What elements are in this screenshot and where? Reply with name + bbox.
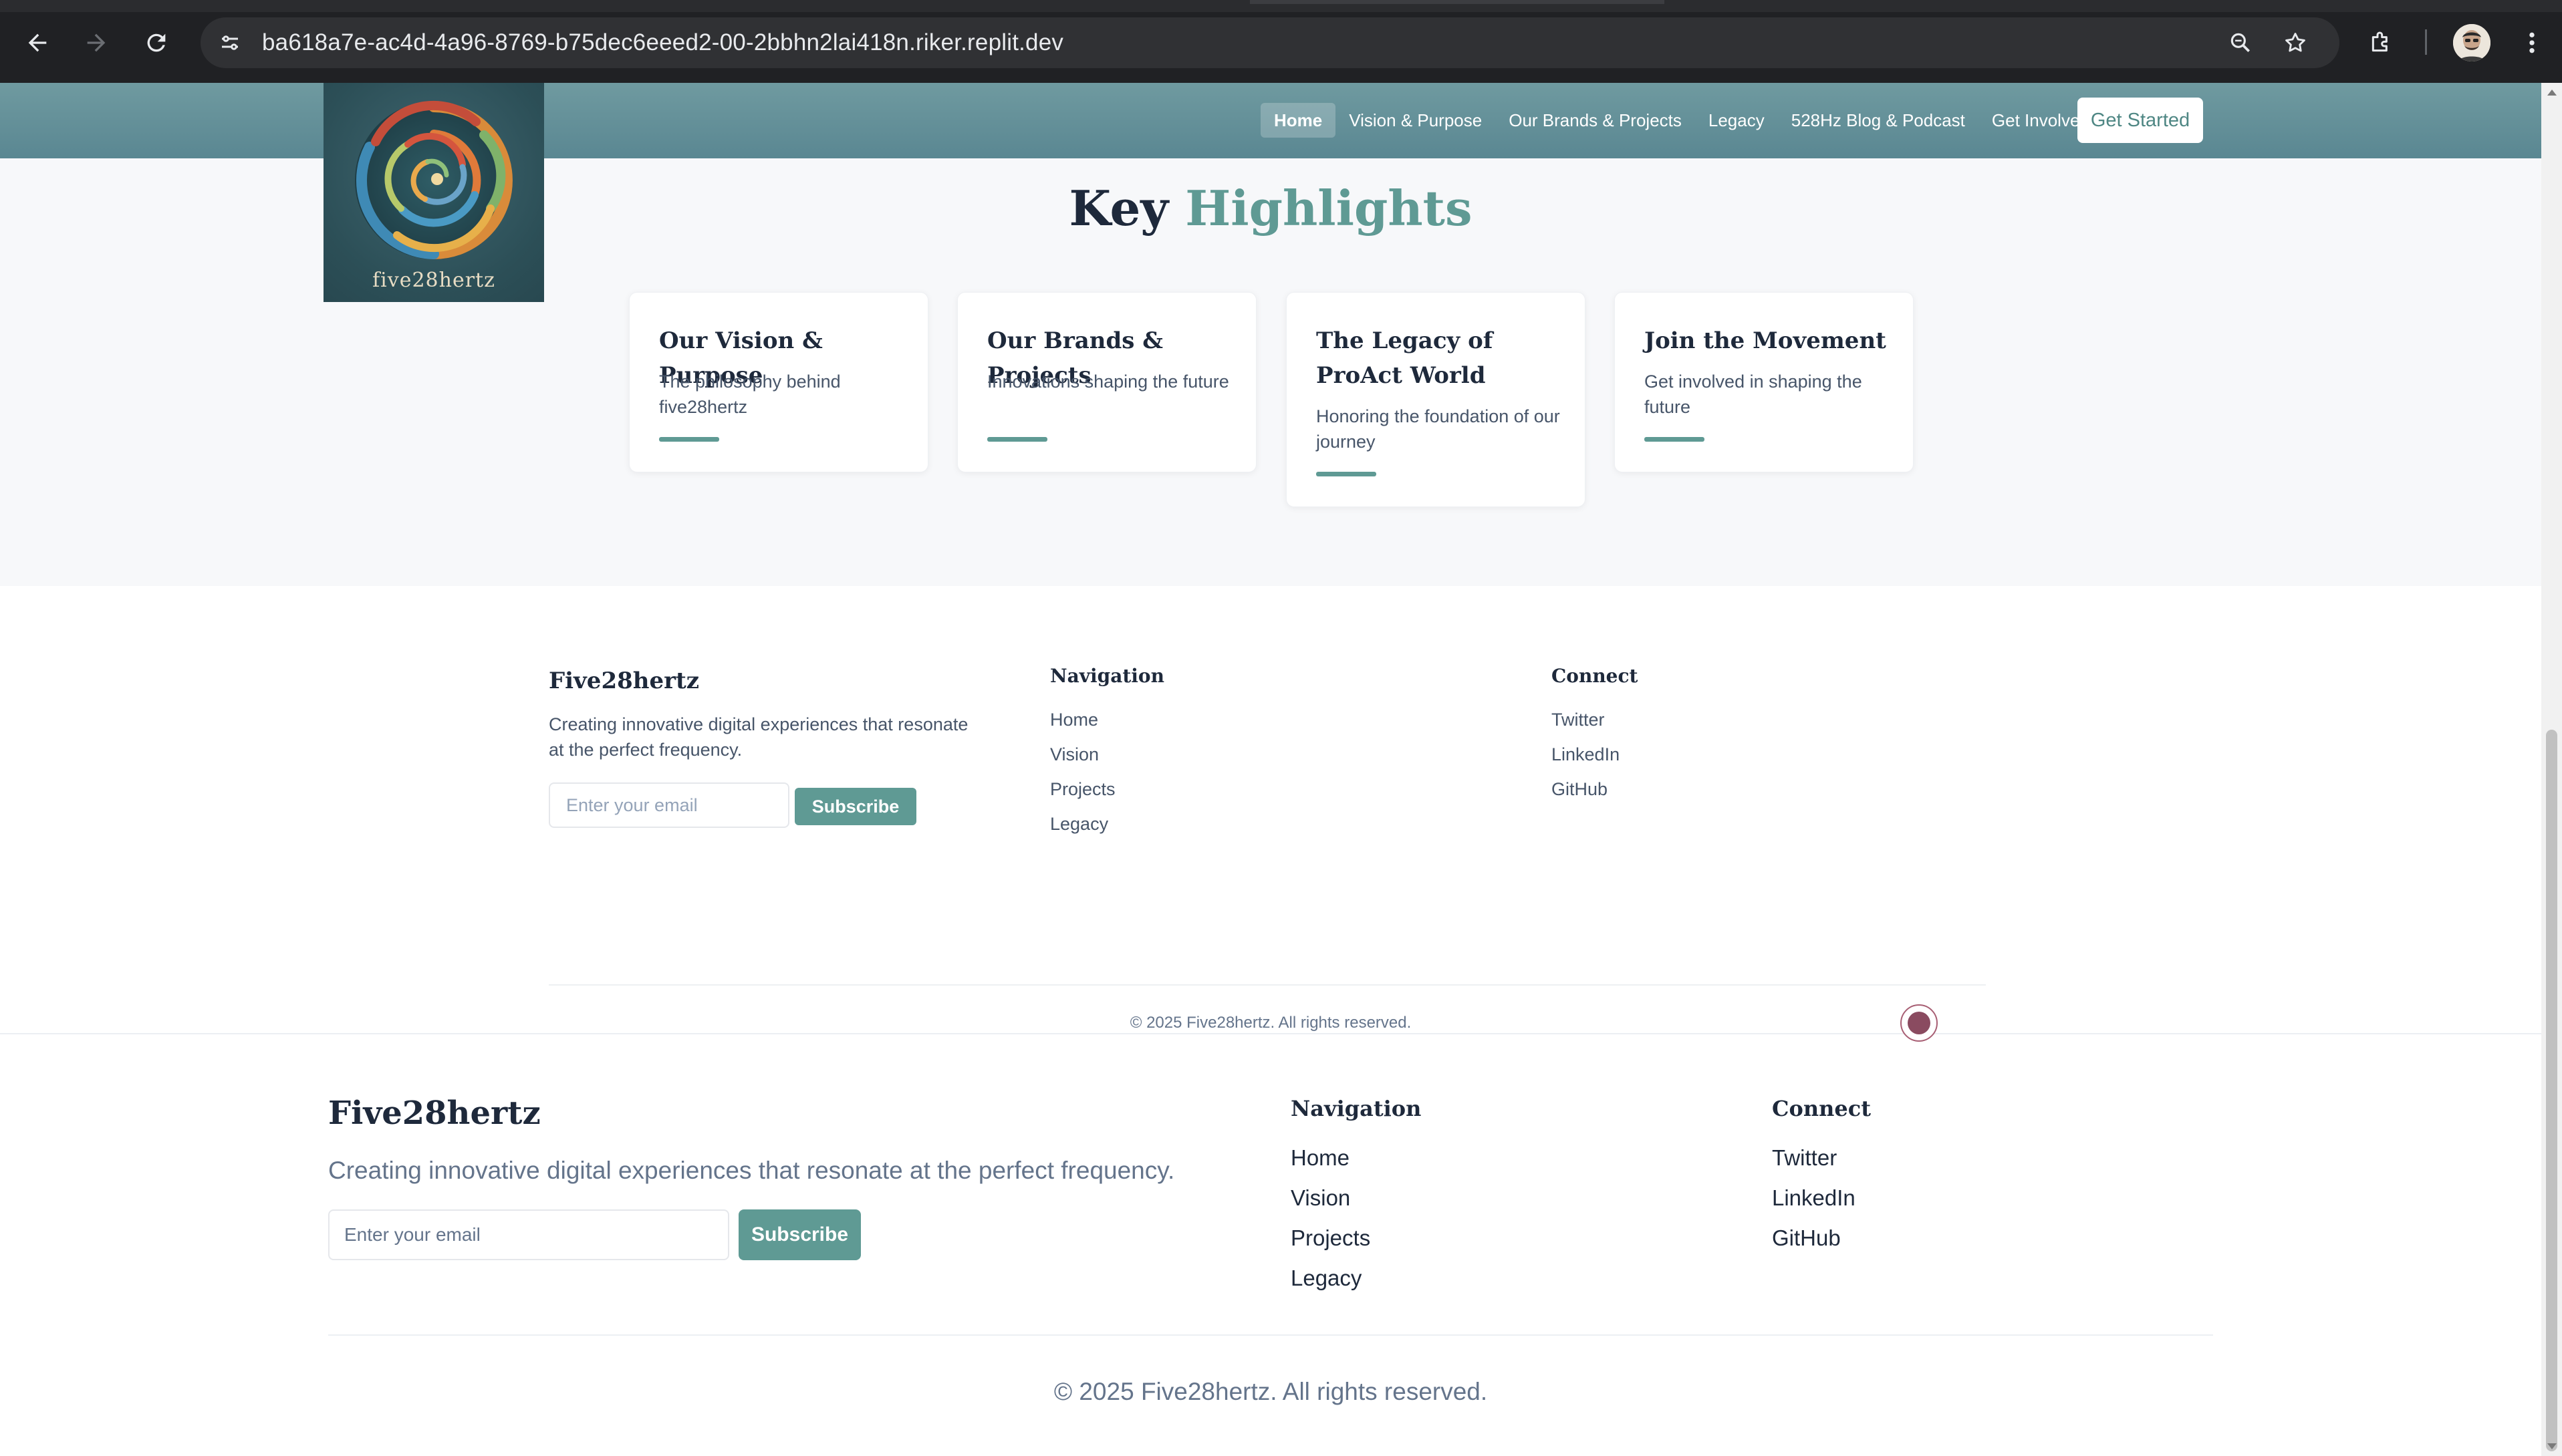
footer-link-home[interactable]: Home <box>1050 710 1098 730</box>
card-accent-bar <box>987 437 1047 442</box>
footer-link-linkedin[interactable]: LinkedIn <box>1551 744 1620 765</box>
footer-link-github[interactable]: GitHub <box>1551 779 1608 800</box>
extensions-icon[interactable] <box>2362 24 2400 61</box>
card-text: Innovations shaping the future <box>987 372 1229 392</box>
card-title: Join the Movement <box>1644 327 1886 354</box>
subscribe-button-large[interactable]: Subscribe <box>739 1209 861 1260</box>
card-title: The Legacy of ProAct World <box>1316 327 1493 389</box>
highlight-card-brands[interactable]: Our Brands & Projects Innovations shapin… <box>957 292 1257 472</box>
subscribe-button[interactable]: Subscribe <box>795 788 916 825</box>
footer-copyright: © 2025 Five28hertz. All rights reserved. <box>1130 1014 1412 1032</box>
nav-brands-projects[interactable]: Our Brands & Projects <box>1495 103 1695 138</box>
toolbar-separator <box>2425 29 2427 55</box>
footer-link-vision-large[interactable]: Vision <box>1291 1185 1350 1211</box>
zoom-icon[interactable] <box>2222 24 2259 61</box>
footer-link-legacy-large[interactable]: Legacy <box>1291 1266 1362 1291</box>
highlight-card-vision[interactable]: Our Vision & Purpose The philosophy behi… <box>629 292 928 472</box>
footer-link-twitter-large[interactable]: Twitter <box>1772 1145 1837 1171</box>
nav-legacy[interactable]: Legacy <box>1695 103 1778 138</box>
newsletter-email-input[interactable] <box>549 782 789 828</box>
tab-edge <box>1250 0 1664 4</box>
footer-connect-title-large: Connect <box>1772 1096 1871 1121</box>
footer-link-legacy[interactable]: Legacy <box>1050 814 1108 835</box>
scroll-down-icon[interactable] <box>2547 1443 2557 1449</box>
nav-blog-podcast[interactable]: 528Hz Blog & Podcast <box>1778 103 1978 138</box>
profile-avatar-icon[interactable] <box>2453 24 2490 61</box>
reload-icon[interactable] <box>138 24 175 61</box>
card-accent-bar <box>1644 437 1704 442</box>
card-accent-bar <box>1316 472 1376 476</box>
url-text[interactable]: ba618a7e-ac4d-4a96-8769-b75dec6eeed2-00-… <box>262 17 1063 68</box>
footer-divider <box>549 984 1986 986</box>
floating-record-button[interactable] <box>1900 1004 1938 1042</box>
footer-connect-title: Connect <box>1551 665 1638 687</box>
logo-swirl-icon <box>355 100 513 259</box>
footer-brand-large: Five28hertz <box>328 1095 541 1132</box>
scrollbar-thumb[interactable] <box>2546 730 2557 1451</box>
site-info-icon[interactable] <box>211 24 249 61</box>
footer-link-linkedin-large[interactable]: LinkedIn <box>1772 1185 1855 1211</box>
newsletter-email-input-large[interactable] <box>328 1209 729 1260</box>
footer-copyright-large: © 2025 Five28hertz. All rights reserved. <box>1053 1378 1488 1405</box>
back-icon[interactable] <box>19 24 56 61</box>
address-bar[interactable]: ba618a7e-ac4d-4a96-8769-b75dec6eeed2-00-… <box>201 17 2339 68</box>
footer-description: Creating innovative digital experiences … <box>549 714 969 760</box>
footer-description-large: Creating innovative digital experiences … <box>328 1157 1175 1184</box>
footer-link-vision[interactable]: Vision <box>1050 744 1099 765</box>
page-viewport: Home Vision & Purpose Our Brands & Proje… <box>0 83 2541 1456</box>
chrome-menu-icon[interactable] <box>2513 24 2551 61</box>
forward-icon[interactable] <box>78 24 115 61</box>
footer-link-projects-large[interactable]: Projects <box>1291 1225 1370 1251</box>
footer-link-github-large[interactable]: GitHub <box>1772 1225 1841 1251</box>
tab-strip <box>0 0 2562 12</box>
footer-divider-large <box>328 1334 2213 1336</box>
logo-text: five28hertz <box>372 269 495 292</box>
footer-link-projects[interactable]: Projects <box>1050 779 1116 800</box>
footer-nav-title-large: Navigation <box>1291 1096 1422 1121</box>
site-logo[interactable]: five28hertz <box>324 83 544 302</box>
card-text: Get involved in shaping the future <box>1644 372 1862 417</box>
nav-vision-purpose[interactable]: Vision & Purpose <box>1335 103 1495 138</box>
page-scrollbar[interactable] <box>2541 83 2562 1456</box>
title-accent: Highlights <box>1185 180 1472 237</box>
highlight-card-legacy[interactable]: The Legacy of ProAct World Honoring the … <box>1286 292 1585 507</box>
section-divider <box>0 1033 2541 1034</box>
footer-brand: Five28hertz <box>549 668 700 694</box>
main-nav: Home Vision & Purpose Our Brands & Proje… <box>1261 101 2103 140</box>
card-text: Honoring the foundation of our journey <box>1316 406 1560 452</box>
nav-home[interactable]: Home <box>1261 103 1336 138</box>
footer-link-twitter[interactable]: Twitter <box>1551 710 1605 730</box>
card-text: The philosophy behind five28hertz <box>659 372 841 417</box>
card-accent-bar <box>659 437 719 442</box>
browser-toolbar: ba618a7e-ac4d-4a96-8769-b75dec6eeed2-00-… <box>0 0 2562 83</box>
title-main: Key <box>1069 180 1169 237</box>
record-dot-icon <box>1908 1012 1930 1034</box>
get-started-button[interactable]: Get Started <box>2077 98 2203 143</box>
scroll-up-icon[interactable] <box>2547 90 2557 96</box>
footer-link-home-large[interactable]: Home <box>1291 1145 1350 1171</box>
highlight-card-join[interactable]: Join the Movement Get involved in shapin… <box>1614 292 1914 472</box>
footer-nav-title: Navigation <box>1050 665 1164 687</box>
footer-compact: Five28hertz Creating innovative digital … <box>0 586 2541 1034</box>
bookmark-star-icon[interactable] <box>2277 24 2314 61</box>
